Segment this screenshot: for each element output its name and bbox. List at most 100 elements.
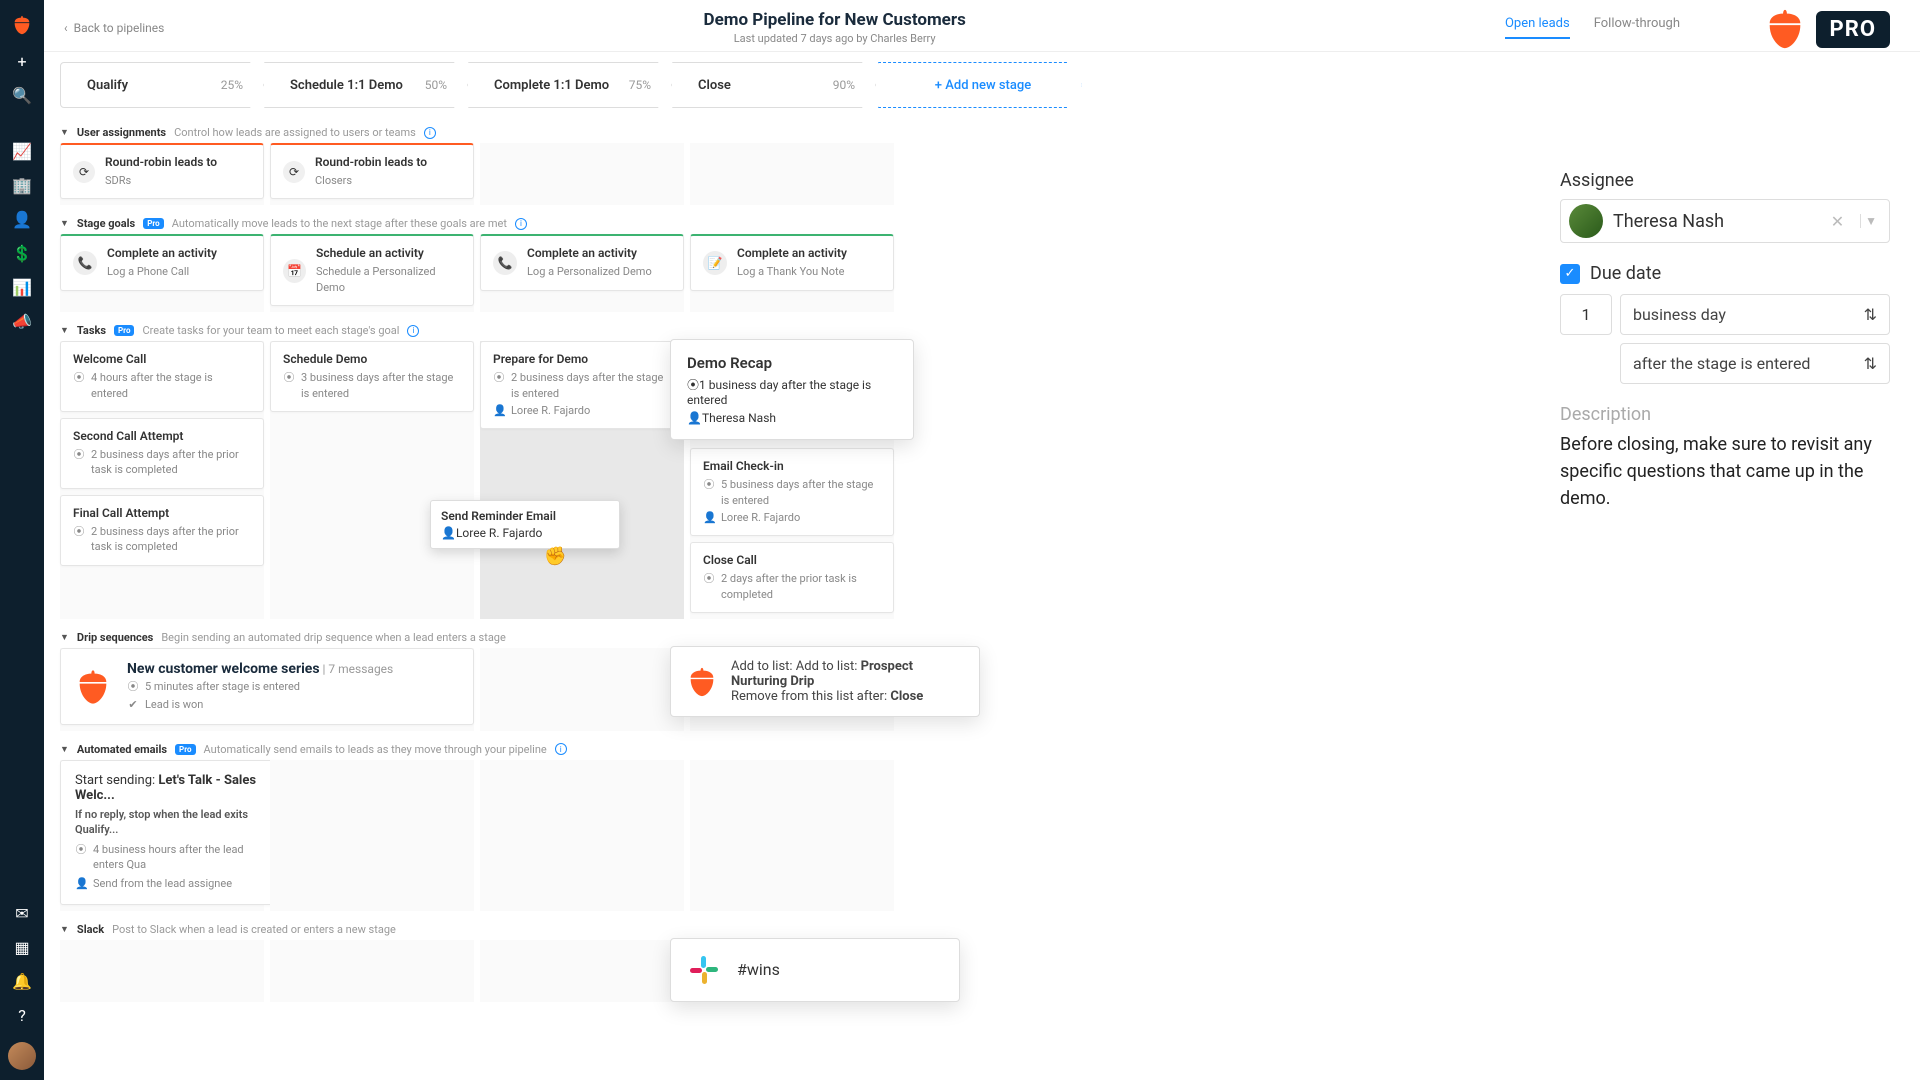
task-demo-recap[interactable]: Demo Recap ⦿1 business day after the sta… (670, 339, 914, 440)
help-icon[interactable]: ? (0, 1000, 44, 1030)
person-icon: 👤 (493, 403, 505, 418)
tab-follow-through[interactable]: Follow-through (1594, 16, 1680, 39)
task-email-checkin[interactable]: Email Check-in⦿5 business days after the… (690, 448, 894, 536)
due-date-checkbox[interactable]: ✓ (1560, 264, 1580, 284)
assignee-avatar (1569, 204, 1603, 238)
section-slack[interactable]: ▼ Slack Post to Slack when a lead is cre… (60, 917, 1904, 940)
person-icon: 👤 (441, 526, 456, 540)
dashboard-icon[interactable]: 📈 (0, 136, 44, 166)
pro-tag: Pro (175, 744, 195, 755)
due-unit-select[interactable]: business day⇅ (1620, 294, 1890, 335)
announcements-icon[interactable]: 📣 (0, 306, 44, 336)
assignee-select[interactable]: Theresa Nash ✕ ▼ (1560, 199, 1890, 243)
auto-email-card[interactable]: Start sending: Let's Talk - Sales Welc..… (60, 760, 290, 905)
person-icon: 👤 (703, 510, 715, 525)
clock-icon: ⦿ (127, 679, 139, 694)
task-send-reminder-dragging[interactable]: Send Reminder Email 👤Loree R. Fajardo (430, 500, 620, 549)
task-schedule-demo[interactable]: Schedule Demo⦿3 business days after the … (270, 341, 474, 412)
companies-icon[interactable]: 🏢 (0, 170, 44, 200)
clear-assignee-button[interactable]: ✕ (1825, 212, 1850, 231)
page-title: Demo Pipeline for New Customers (164, 10, 1505, 30)
app-logo-icon[interactable] (0, 8, 44, 42)
note-icon: 📝 (703, 251, 727, 275)
search-icon[interactable]: 🔍 (0, 80, 44, 110)
task-final-call[interactable]: Final Call Attempt⦿2 business days after… (60, 495, 264, 566)
due-trigger-select[interactable]: after the stage is entered⇅ (1620, 343, 1890, 384)
assignee-label: Assignee (1560, 170, 1890, 191)
pro-badge: PRO (1762, 6, 1890, 52)
due-number-input[interactable]: 1 (1560, 294, 1612, 335)
section-drip[interactable]: ▼ Drip sequences Begin sending an automa… (60, 625, 1904, 648)
clock-icon: ⦿ (687, 378, 699, 392)
stage-schedule-demo[interactable]: Schedule 1:1 Demo50% (264, 62, 468, 108)
refresh-icon: ⟳ (283, 161, 305, 183)
pro-label: PRO (1816, 11, 1890, 48)
slack-channel-card[interactable]: #wins (670, 938, 960, 1002)
caret-icon: ▼ (60, 218, 69, 229)
slack-icon (689, 955, 719, 985)
phone-icon: 📞 (493, 251, 517, 275)
mail-icon[interactable]: ✉ (0, 898, 44, 928)
round-robin-closers[interactable]: ⟳ Round-robin leads toClosers (270, 143, 474, 199)
stage-close[interactable]: Close90% (672, 62, 876, 108)
clock-icon: ⦿ (73, 524, 85, 539)
pro-tag: Pro (114, 325, 134, 336)
stage-header: Qualify25% Schedule 1:1 Demo50% Complete… (44, 52, 1920, 114)
clock-icon: ⦿ (75, 842, 87, 857)
task-close-call[interactable]: Close Call⦿2 days after the prior task i… (690, 542, 894, 613)
topbar: ‹ Back to pipelines Demo Pipeline for Ne… (44, 0, 1920, 52)
section-user-assignments[interactable]: ▼ User assignments Control how leads are… (60, 120, 1904, 143)
notifications-icon[interactable]: 🔔 (0, 966, 44, 996)
person-icon: 👤 (687, 411, 702, 425)
info-icon[interactable]: i (424, 127, 436, 139)
drip-welcome-series[interactable]: New customer welcome series | 7 messages… (60, 648, 474, 725)
goal-qualify[interactable]: 📞Complete an activityLog a Phone Call (60, 234, 264, 290)
check-icon: ✔ (127, 697, 139, 712)
clock-icon: ⦿ (283, 370, 295, 385)
goal-complete[interactable]: 📞Complete an activityLog a Personalized … (480, 234, 684, 290)
phone-icon: 📞 (73, 251, 97, 275)
goal-schedule[interactable]: 📅Schedule an activitySchedule a Personal… (270, 234, 474, 306)
section-automated-emails[interactable]: ▼ Automated emails Pro Automatically sen… (60, 737, 1904, 760)
task-prepare-demo[interactable]: Prepare for Demo⦿2 business days after t… (480, 341, 684, 429)
info-icon[interactable]: i (515, 218, 527, 230)
task-welcome-call[interactable]: Welcome Call⦿4 hours after the stage is … (60, 341, 264, 412)
caret-icon: ▼ (60, 325, 69, 336)
calendar-icon: 📅 (283, 259, 306, 283)
refresh-icon: ⟳ (73, 161, 95, 183)
stage-complete-demo[interactable]: Complete 1:1 Demo75% (468, 62, 672, 108)
acorn-icon (685, 665, 719, 699)
view-tabs: Open leads Follow-through (1505, 16, 1680, 39)
clock-icon: ⦿ (73, 370, 85, 385)
info-icon[interactable]: i (555, 743, 567, 755)
tab-open-leads[interactable]: Open leads (1505, 16, 1570, 39)
stage-qualify[interactable]: Qualify25% (60, 62, 264, 108)
reports-icon[interactable]: 📊 (0, 272, 44, 302)
description-text[interactable]: Before closing, make sure to revisit any… (1560, 431, 1890, 512)
add-stage-button[interactable]: + Add new stage (878, 62, 1082, 108)
deals-icon[interactable]: 💲 (0, 238, 44, 268)
clock-icon: ⦿ (703, 571, 715, 586)
assignee-dropdown-icon[interactable]: ▼ (1860, 214, 1881, 228)
caret-icon: ▼ (60, 632, 69, 643)
info-icon[interactable]: i (407, 325, 419, 337)
people-icon[interactable]: 👤 (0, 204, 44, 234)
person-icon: 👤 (75, 876, 87, 891)
pro-tag: Pro (143, 218, 163, 229)
select-caret-icon: ⇅ (1864, 305, 1877, 324)
page-subtitle: Last updated 7 days ago by Charles Berry (164, 32, 1505, 45)
goal-close[interactable]: 📝Complete an activityLog a Thank You Not… (690, 234, 894, 290)
description-label: Description (1560, 404, 1890, 425)
round-robin-sdrs[interactable]: ⟳ Round-robin leads toSDRs (60, 143, 264, 199)
calendar-icon[interactable]: ▦ (0, 932, 44, 962)
back-link[interactable]: ‹ Back to pipelines (64, 21, 164, 35)
clock-icon: ⦿ (73, 447, 85, 462)
add-icon[interactable]: + (0, 46, 44, 76)
caret-icon: ▼ (60, 924, 69, 935)
caret-icon: ▼ (60, 127, 69, 138)
clock-icon: ⦿ (703, 477, 715, 492)
select-caret-icon: ⇅ (1864, 354, 1877, 373)
drip-add-to-list[interactable]: Add to list: Add to list: Prospect Nurtu… (670, 646, 980, 717)
user-avatar[interactable] (8, 1042, 36, 1070)
task-second-call[interactable]: Second Call Attempt⦿2 business days afte… (60, 418, 264, 489)
